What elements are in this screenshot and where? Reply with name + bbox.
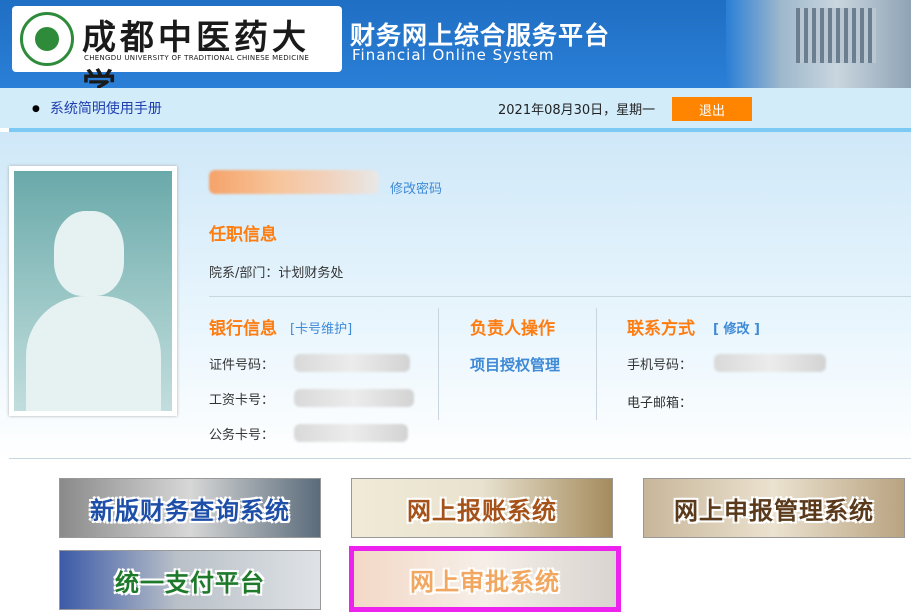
leader-section-title: 负责人操作 [470, 319, 555, 339]
user-photo [9, 166, 177, 416]
system-title-en: Financial Online System [352, 46, 555, 64]
avatar-silhouette-icon [14, 171, 172, 411]
salary-card-redacted [294, 389, 414, 407]
user-name-redacted [209, 170, 379, 194]
phone-label: 手机号码： [627, 358, 693, 373]
online-reimburse-label: 网上报账系统 [407, 496, 557, 525]
online-approval-system-button[interactable]: 网上审批系统 [349, 546, 621, 612]
university-logo: 成都中医药大学 CHENGDU UNIVERSITY OF TRADITIONA… [12, 6, 342, 88]
contact-edit-link[interactable]: [ 修改 ] [713, 318, 760, 337]
user-manual-link[interactable]: 系统简明使用手册 [32, 98, 162, 118]
project-auth-link[interactable]: 项目授权管理 [470, 354, 560, 375]
bottom-divider [9, 458, 911, 459]
id-number-label: 证件号码： [209, 358, 275, 373]
current-date: 2021年08月30日，星期一 [498, 103, 656, 118]
section-divider [209, 296, 911, 297]
bank-section-title: 银行信息 [209, 319, 277, 339]
finance-query-label: 新版财务查询系统 [90, 496, 290, 525]
salary-card-label: 工资卡号： [209, 393, 275, 408]
school-name-en: CHENGDU UNIVERSITY OF TRADITIONAL CHINES… [84, 54, 310, 62]
unified-payment-label: 统一支付平台 [115, 568, 265, 597]
online-declare-system-button[interactable]: 网上申报管理系统 [643, 478, 905, 538]
unified-payment-platform-button[interactable]: 统一支付平台 [59, 550, 321, 610]
phone-redacted [714, 354, 826, 372]
change-password-link[interactable]: 修改密码 [390, 178, 442, 197]
job-section-title: 任职信息 [209, 225, 277, 245]
online-reimburse-system-button[interactable]: 网上报账系统 [351, 478, 613, 538]
header-banner: 成都中医药大学 CHENGDU UNIVERSITY OF TRADITIONA… [0, 0, 911, 88]
email-label: 电子邮箱： [627, 396, 693, 411]
school-name-cn: 成都中医药大学 [82, 18, 310, 88]
business-card-redacted [294, 424, 408, 442]
logout-button[interactable]: 退出 [672, 97, 752, 121]
dept-label: 院系/部门：计划财务处 [209, 262, 343, 281]
business-card-label: 公务卡号： [209, 428, 275, 443]
avatar-body [26, 296, 161, 411]
dept-value: 计划财务处 [278, 266, 344, 281]
column-divider [438, 308, 439, 420]
finance-query-system-button[interactable]: 新版财务查询系统 [59, 478, 321, 538]
avatar-head [54, 211, 124, 296]
building-image [726, 0, 911, 88]
online-approval-label: 网上审批系统 [410, 567, 560, 596]
dept-label-text: 院系/部门： [209, 266, 279, 281]
online-declare-label: 网上申报管理系统 [674, 496, 874, 525]
id-number-redacted [294, 354, 410, 372]
university-seal-icon [20, 12, 74, 66]
info-bar: 系统简明使用手册 2021年08月30日，星期一 退出 [0, 88, 911, 128]
card-maintain-link[interactable]: [卡号维护] [290, 318, 352, 337]
contact-section-title: 联系方式 [627, 319, 695, 339]
column-divider [596, 308, 597, 420]
